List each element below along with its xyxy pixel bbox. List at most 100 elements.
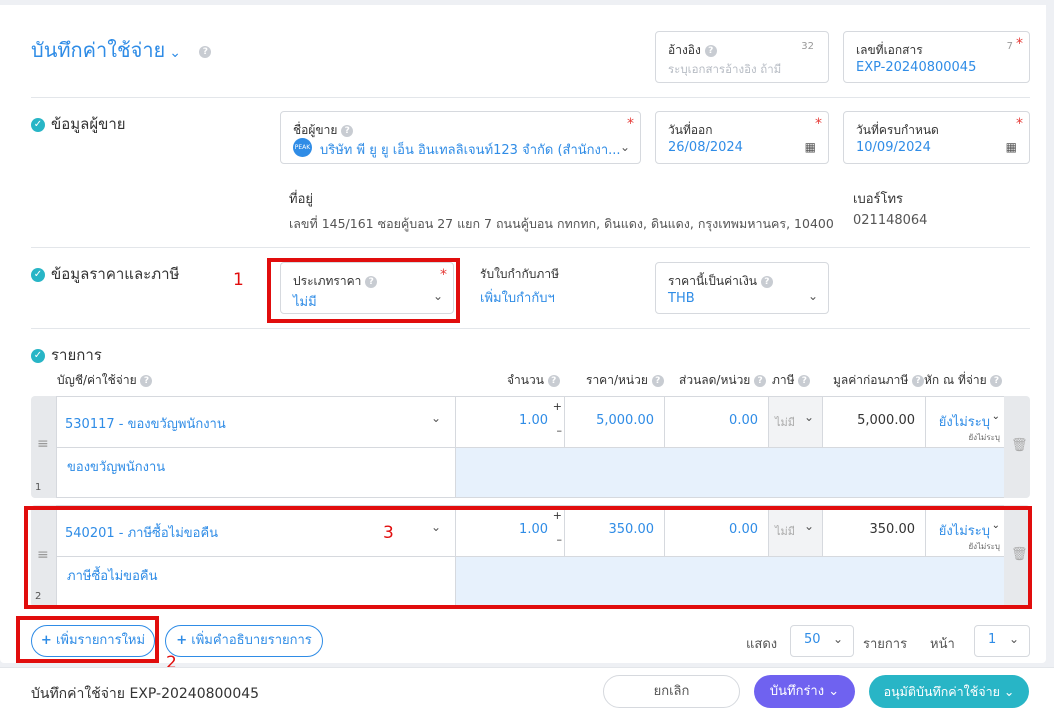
help-icon: ? xyxy=(760,275,773,288)
phone-label: เบอร์โทร xyxy=(853,192,904,207)
approve-button[interactable]: อนุมัติบันทึกค่าใช้จ่าย ⌄ xyxy=(869,675,1029,708)
required-marker: * xyxy=(1016,116,1023,132)
chevron-down-icon: ⌄ xyxy=(619,140,630,154)
reference-field[interactable]: อ้างอิง ? 32 ระบุเอกสารอ้างอิง ถ้ามี xyxy=(655,31,829,83)
save-draft-button[interactable]: บันทึกร่าง ⌄ xyxy=(754,675,855,708)
col-qty: จำนวน ? xyxy=(507,371,560,390)
add-description-label: เพิ่มคำอธิบายรายการ xyxy=(191,633,312,648)
price-input[interactable]: 5,000.00 xyxy=(564,396,665,448)
tax-invoice-label: รับใบกำกับภาษี xyxy=(480,267,559,281)
issue-date-value: 26/08/2024 xyxy=(668,140,743,155)
chevron-down-icon: ⌄ xyxy=(803,410,814,424)
page-value: 1 xyxy=(988,632,997,647)
help-icon: ? xyxy=(798,374,811,387)
page-title[interactable]: บันทึกค่าใช้จ่าย ⌄ ? xyxy=(31,34,212,66)
help-icon: ? xyxy=(651,374,664,387)
cancel-button[interactable]: ยกเลิก xyxy=(603,675,740,708)
annotation-box-2 xyxy=(16,616,159,663)
required-marker: * xyxy=(627,116,634,132)
plus-icon[interactable]: + xyxy=(553,400,562,413)
drag-handle-icon: ≡ xyxy=(37,436,49,452)
due-date-value: 10/09/2024 xyxy=(856,140,931,155)
help-icon: ? xyxy=(140,374,153,387)
help-icon: ? xyxy=(912,374,925,387)
annotation-label-3: 3 xyxy=(383,523,394,543)
due-date-label: วันที่ครบกำหนด xyxy=(856,123,939,137)
row-drag-handle[interactable]: ≡ 1 xyxy=(31,396,57,498)
due-date-field[interactable]: วันที่ครบกำหนด * 10/09/2024 ▦ xyxy=(843,111,1030,164)
vendor-avatar: PEAK xyxy=(293,138,312,157)
footer-bar: บันทึกค่าใช้จ่าย EXP-20240800045 ยกเลิก … xyxy=(0,667,1054,715)
minus-icon[interactable]: – xyxy=(557,424,563,437)
row-delete-area[interactable]: 🗑 xyxy=(1004,396,1030,498)
qty-value: 1.00 xyxy=(519,413,548,428)
page-title-text: บันทึกค่าใช้จ่าย xyxy=(31,38,166,62)
address-value: เลขที่ 145/161 ซอยคู้บอน 27 แยก 7 ถนนคู้… xyxy=(289,216,834,231)
discount-input[interactable]: 0.00 xyxy=(664,396,769,448)
chevron-down-icon: ⌄ xyxy=(832,632,843,646)
reference-counter: 32 xyxy=(801,41,814,52)
page-size-value: 50 xyxy=(804,632,821,647)
issue-date-field[interactable]: วันที่ออก * 26/08/2024 ▦ xyxy=(655,111,829,164)
pretax-input[interactable]: 5,000.00 xyxy=(822,396,926,448)
address-label: ที่อยู่ xyxy=(289,192,313,207)
doc-number-value: EXP-20240800045 xyxy=(856,60,977,75)
help-icon: ? xyxy=(199,45,212,58)
page-select[interactable]: 1 ⌄ xyxy=(974,625,1030,657)
col-discount: ส่วนลด/หน่วย ? xyxy=(679,371,767,390)
chevron-down-icon: ⌄ xyxy=(1003,684,1015,699)
annotation-box-1 xyxy=(267,258,460,323)
help-icon: ? xyxy=(990,374,1003,387)
required-marker: * xyxy=(1016,36,1023,52)
phone-value: 021148064 xyxy=(853,213,928,228)
add-description-button[interactable]: + เพิ่มคำอธิบายรายการ xyxy=(165,625,323,657)
withholding-select[interactable]: ยังไม่ระบุ ⌄ ยังไม่ระบุ xyxy=(925,396,1005,448)
description-input[interactable]: ของขวัญพนักงาน xyxy=(56,447,456,498)
row-index: 1 xyxy=(35,482,42,493)
vendor-name-field[interactable]: ชื่อผู้ขาย ? * PEAK บริษัท พี ยู ยู เอ็น… xyxy=(280,111,641,164)
reference-placeholder: ระบุเอกสารอ้างอิง ถ้ามี xyxy=(668,62,782,76)
withholding-subtext: ยังไม่ระบุ xyxy=(968,433,1000,442)
vendor-section-title: ✓ ข้อมูลผู้ขาย xyxy=(31,112,126,136)
tax-select[interactable]: ไม่มี ⌄ xyxy=(768,396,823,448)
divider xyxy=(31,247,1030,248)
items-label: รายการ xyxy=(863,637,908,652)
check-circle-icon: ✓ xyxy=(31,348,45,363)
calendar-icon: ▦ xyxy=(804,140,816,154)
col-pretax: มูลค่าก่อนภาษี ? xyxy=(833,371,925,390)
approve-label: อนุมัติบันทึกค่าใช้จ่าย xyxy=(883,684,1000,699)
add-tax-invoice-link[interactable]: เพิ่มใบกำกับฯ xyxy=(480,287,555,308)
table-row[interactable]: ≡ 1 530117 - ของขวัญพนักงาน ⌄ 1.00 + – 5… xyxy=(31,396,1030,498)
items-section-title: ✓ รายการ xyxy=(31,343,102,367)
chevron-down-icon: ⌄ xyxy=(169,45,182,61)
account-value: 530117 - ของขวัญพนักงาน xyxy=(65,417,226,432)
currency-select[interactable]: ราคานี้เป็นค่าเงิน ? THB ⌄ xyxy=(655,262,829,314)
divider xyxy=(31,328,1030,329)
vendor-name-value: บริษัท พี ยู ยู เอ็น อินเทลลิเจนท์123 จำ… xyxy=(320,143,621,158)
chevron-down-icon: ⌄ xyxy=(828,684,840,699)
col-price: ราคา/หน่วย ? xyxy=(586,371,664,390)
trash-icon[interactable]: 🗑 xyxy=(1011,438,1028,453)
description-value: ของขวัญพนักงาน xyxy=(67,460,166,475)
chevron-down-icon: ⌄ xyxy=(991,411,1000,422)
col-withholding: หัก ณ ที่จ่าย ? xyxy=(924,371,1003,390)
plus-icon: + xyxy=(176,633,188,648)
show-label: แสดง xyxy=(746,637,778,652)
qty-input[interactable]: 1.00 + – xyxy=(455,396,565,448)
col-tax: ภาษี ? xyxy=(772,371,811,390)
col-account: บัญชี/ค่าใช้จ่าย ? xyxy=(57,371,153,390)
doc-number-label: เลขที่เอกสาร xyxy=(856,43,923,57)
reference-label: อ้างอิง ? xyxy=(668,41,717,60)
required-marker: * xyxy=(815,116,822,132)
issue-date-label: วันที่ออก xyxy=(668,123,713,137)
account-select[interactable]: 530117 - ของขวัญพนักงาน ⌄ xyxy=(56,396,456,448)
tax-value: ไม่มี xyxy=(775,416,796,429)
check-circle-icon: ✓ xyxy=(31,267,45,282)
annotation-box-3 xyxy=(24,506,1032,609)
calendar-icon: ▦ xyxy=(1005,140,1017,154)
page-size-select[interactable]: 50 ⌄ xyxy=(790,625,854,657)
annotation-label-1: 1 xyxy=(233,270,244,290)
doc-number-field[interactable]: เลขที่เอกสาร 7 * EXP-20240800045 xyxy=(843,31,1030,83)
divider xyxy=(31,97,1030,98)
currency-label: ราคานี้เป็นค่าเงิน ? xyxy=(668,272,773,291)
